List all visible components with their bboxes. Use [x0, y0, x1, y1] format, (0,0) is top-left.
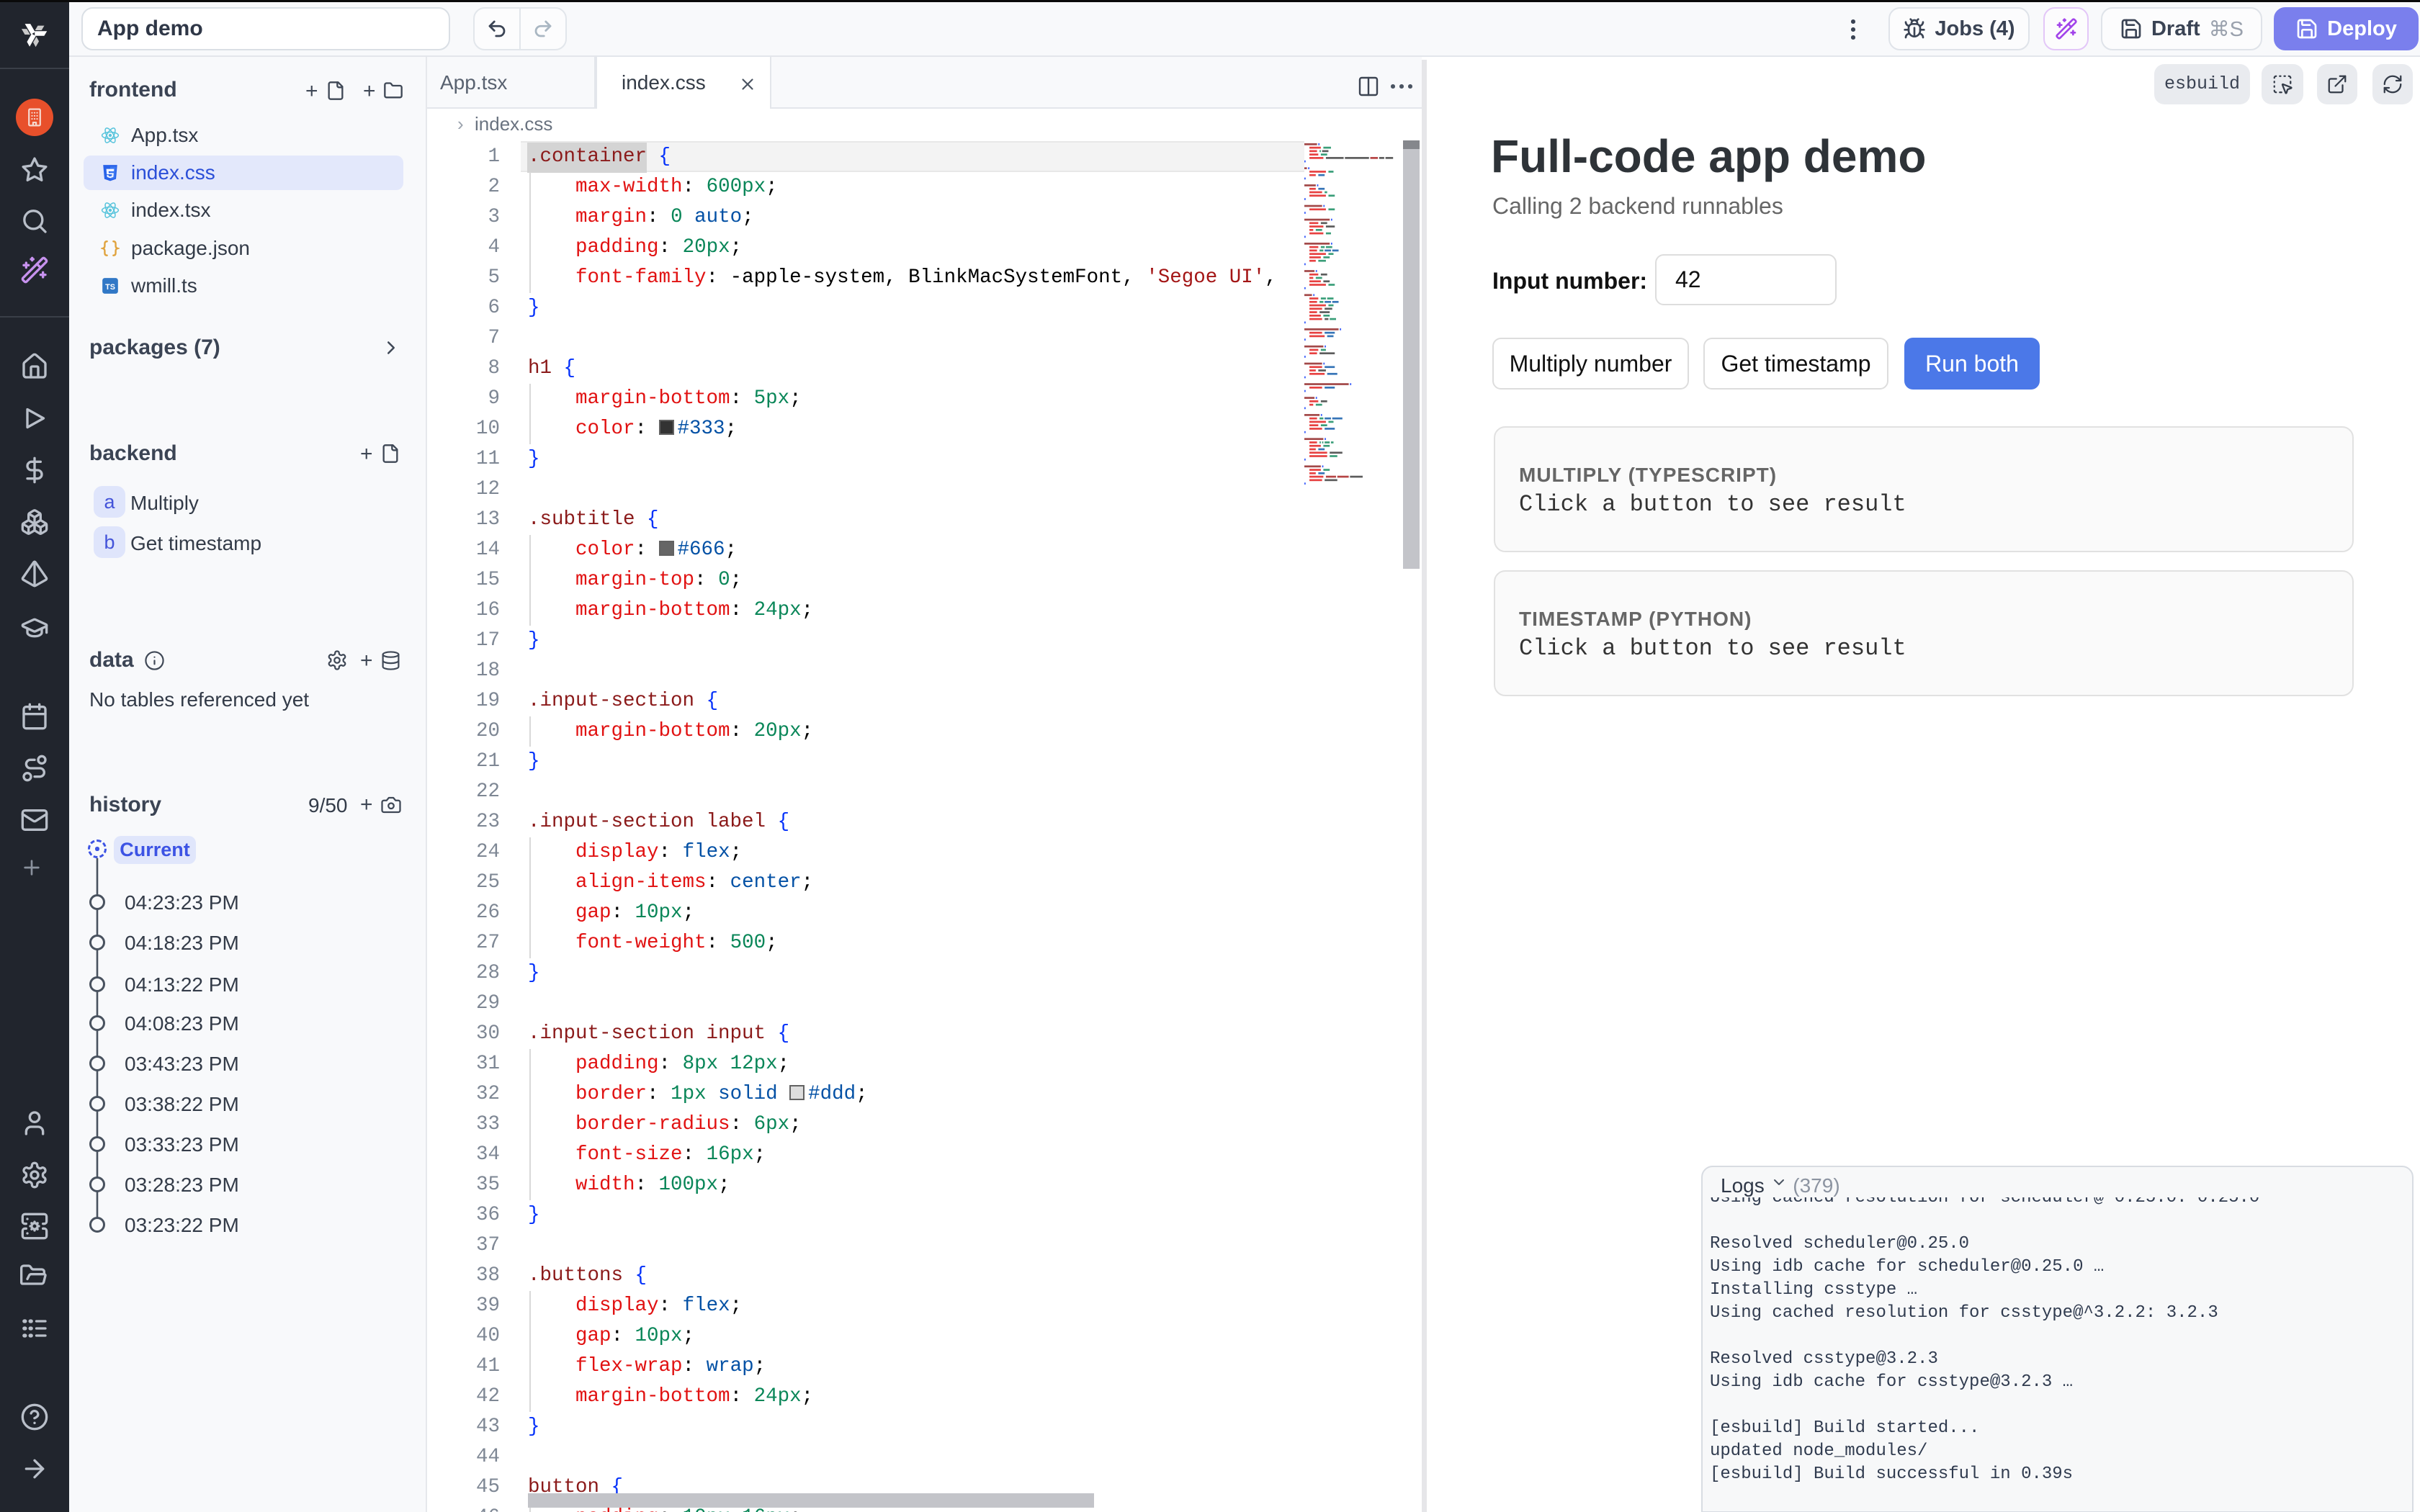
- svg-text:TS: TS: [105, 283, 115, 292]
